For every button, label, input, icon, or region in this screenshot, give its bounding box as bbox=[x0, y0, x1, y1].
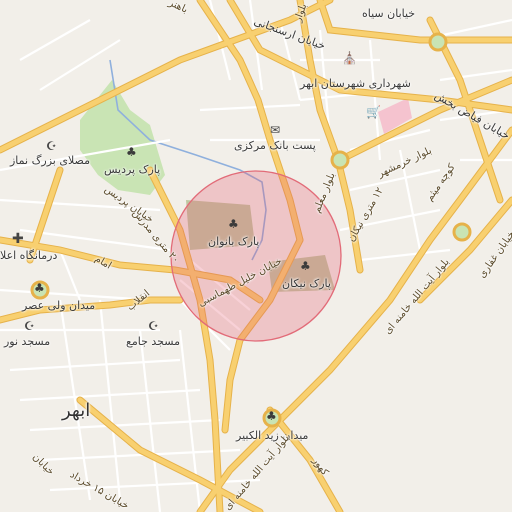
map-view[interactable]: خیابان سیاه خیابان ارسنجانی خیابان فیاض … bbox=[0, 0, 512, 512]
label-park-banovan: پارک بانوان bbox=[208, 235, 260, 248]
town-hall-icon[interactable]: ⛪ bbox=[342, 52, 357, 64]
label-mosalla: مصلای بزرگ نماز bbox=[10, 154, 90, 167]
label-khiaban-siah: خیابان سیاه bbox=[362, 7, 416, 20]
tree-icon-banovan[interactable]: ♣ bbox=[228, 218, 239, 230]
cart-icon[interactable]: 🛒 bbox=[366, 106, 381, 118]
label-darmangah: درمانگاه اعلا bbox=[0, 249, 58, 262]
mosque-icon-noor[interactable]: ☪ bbox=[24, 320, 35, 332]
label-masjed-jame: مسجد جامع bbox=[126, 335, 180, 348]
post-office-icon[interactable]: ✉ bbox=[270, 124, 280, 136]
search-radius-circle[interactable] bbox=[170, 170, 342, 342]
tree-icon-vali-asr[interactable]: ♣ bbox=[34, 282, 45, 294]
label-masjed-noor: مسجد نور bbox=[4, 335, 51, 348]
tree-icon-zeid[interactable]: ♣ bbox=[266, 410, 277, 422]
mosque-icon-mosalla[interactable]: ☪ bbox=[46, 140, 57, 152]
mosque-icon-jame[interactable]: ☪ bbox=[148, 320, 159, 332]
label-meydan-zeid: میدان زید الکبیر bbox=[236, 429, 309, 442]
tree-icon-pardis[interactable]: ♣ bbox=[126, 146, 137, 158]
label-post-bank: پست بانک مرکزی bbox=[234, 139, 316, 152]
cross-icon-darmangah[interactable]: ✚ bbox=[12, 232, 24, 246]
label-abhar: ابهر bbox=[62, 400, 91, 421]
label-shahrdari: شهرداری شهرستان ابهر bbox=[300, 77, 411, 90]
label-meydan-vali-asr: میدان ولی عصر bbox=[22, 299, 96, 312]
tree-icon-nikan[interactable]: ♣ bbox=[300, 260, 311, 272]
label-park-pardis: پارک پردیس bbox=[104, 163, 161, 176]
label-park-nikan: پارک نیکان bbox=[282, 277, 331, 290]
